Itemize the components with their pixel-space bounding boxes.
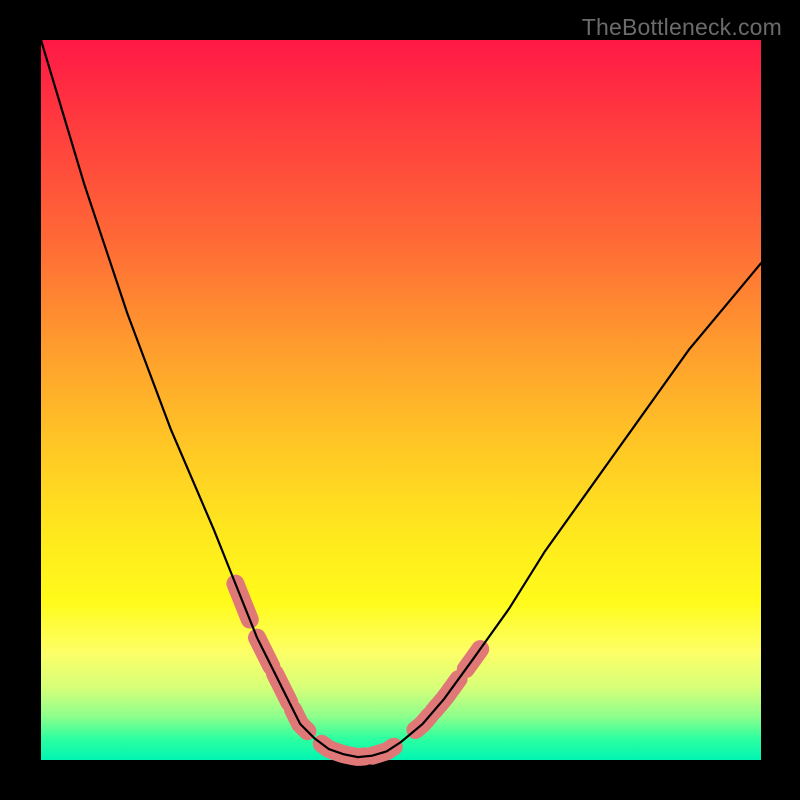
main-curve bbox=[41, 40, 761, 757]
curve-overlay bbox=[0, 0, 800, 800]
